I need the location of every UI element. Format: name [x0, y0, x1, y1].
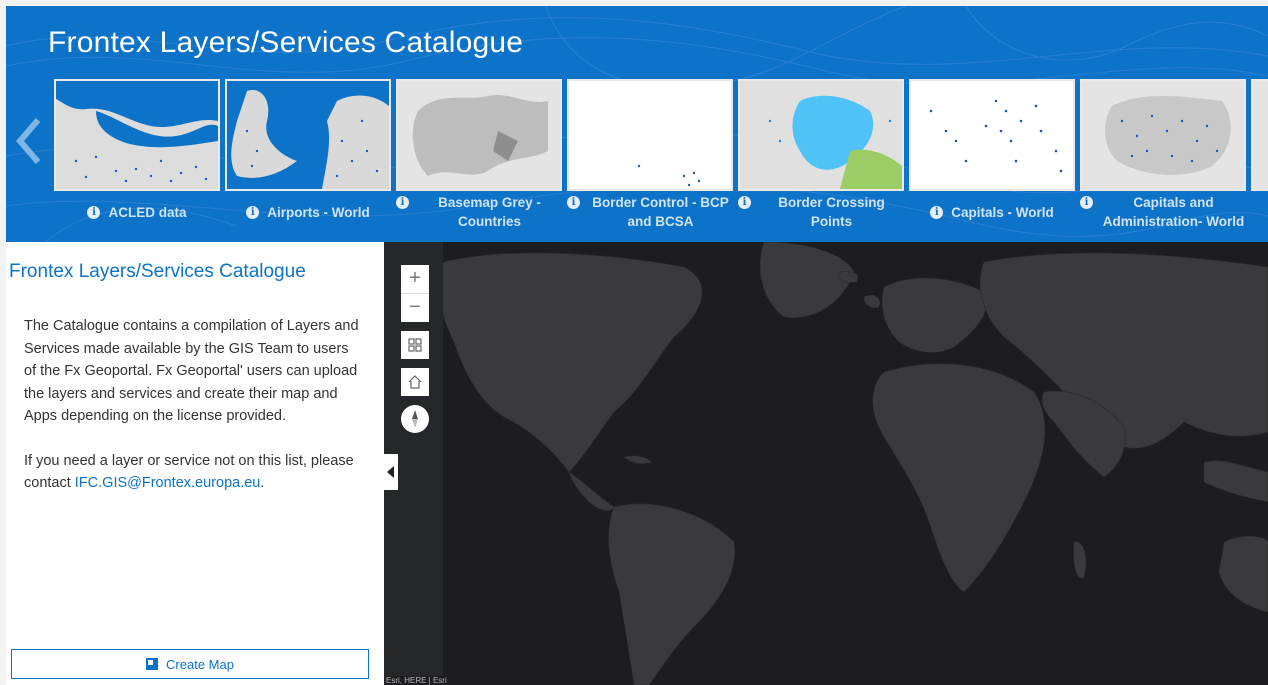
- overview-map-button[interactable]: [401, 331, 429, 359]
- carousel-item-label: i Basemap Grey - Countries: [396, 193, 562, 237]
- create-map-button[interactable]: Create Map: [11, 649, 369, 679]
- page-title: Frontex Layers/Services Catalogue: [48, 26, 524, 59]
- thumbnail-border-control: [567, 79, 733, 191]
- carousel-item-label: i Airports - World: [225, 203, 391, 242]
- carousel-item-basemap-grey[interactable]: i Basemap Grey - Countries: [396, 79, 562, 242]
- contact-paragraph: If you need a layer or service not on th…: [24, 452, 354, 492]
- catalogue-header: Frontex Layers/Services Catalogue i ACLE…: [6, 6, 1268, 242]
- carousel-item-border-control[interactable]: i Border Control - BCP and BCSA: [567, 79, 733, 242]
- home-icon: [408, 375, 422, 389]
- carousel-prev-arrow-icon[interactable]: [12, 116, 44, 166]
- thumbnail-border-crossing: [738, 79, 904, 191]
- layer-carousel: i ACLED data i Airports - World i Basema…: [54, 79, 1268, 242]
- carousel-item-capitals-admin[interactable]: i Capitals and Administration- World: [1080, 79, 1246, 242]
- info-icon[interactable]: i: [930, 206, 944, 219]
- description-paragraph: The Catalogue contains a compilation of …: [24, 318, 359, 424]
- panel-description: The Catalogue contains a compilation of …: [24, 315, 360, 517]
- world-map: [384, 242, 1268, 685]
- info-icon[interactable]: i: [87, 206, 101, 219]
- compass-button[interactable]: [401, 405, 429, 433]
- carousel-item-border-crossing[interactable]: i Border Crossing Points: [738, 79, 904, 242]
- carousel-item-partial[interactable]: [1251, 79, 1268, 242]
- contact-email-link[interactable]: IFC.GIS@Frontex.europa.eu: [75, 475, 261, 491]
- info-icon[interactable]: i: [246, 206, 260, 219]
- panel-title: Frontex Layers/Services Catalogue: [9, 261, 306, 282]
- collapse-panel-button[interactable]: [384, 454, 398, 490]
- carousel-item-airports[interactable]: i Airports - World: [225, 79, 391, 242]
- info-icon[interactable]: i: [738, 196, 751, 209]
- carousel-item-label: i Border Control - BCP and BCSA: [567, 193, 733, 237]
- compass-icon: [412, 410, 418, 428]
- map-view[interactable]: [384, 242, 1268, 685]
- map-icon: [146, 658, 159, 670]
- zoom-in-button[interactable]: +: [401, 265, 429, 293]
- app-window: Frontex Layers/Services Catalogue i ACLE…: [6, 6, 1268, 685]
- zoom-out-button[interactable]: −: [401, 293, 429, 322]
- thumbnail-basemap-grey: [396, 79, 562, 191]
- thumbnail-capitals-admin: [1080, 79, 1246, 191]
- thumbnail-airports: [225, 79, 391, 191]
- carousel-item-label: i Border Crossing Points: [738, 193, 904, 237]
- side-panel: Frontex Layers/Services Catalogue The Ca…: [6, 242, 384, 685]
- grid-icon: [408, 338, 422, 352]
- info-icon[interactable]: i: [396, 196, 409, 209]
- info-icon[interactable]: i: [567, 196, 580, 209]
- home-button[interactable]: [401, 368, 429, 396]
- thumbnail-partial: [1251, 79, 1268, 191]
- carousel-item-label: i Capitals and Administration- World: [1080, 193, 1246, 237]
- info-icon[interactable]: i: [1080, 196, 1093, 209]
- carousel-item-label: i ACLED data: [54, 203, 220, 242]
- carousel-item-capitals-world[interactable]: i Capitals - World: [909, 79, 1075, 242]
- thumbnail-acled: [54, 79, 220, 191]
- thumbnail-capitals-world: [909, 79, 1075, 191]
- carousel-item-acled[interactable]: i ACLED data: [54, 79, 220, 242]
- carousel-item-label: i Capitals - World: [909, 203, 1075, 242]
- map-attribution: Esri, HERE | Esri: [386, 676, 447, 685]
